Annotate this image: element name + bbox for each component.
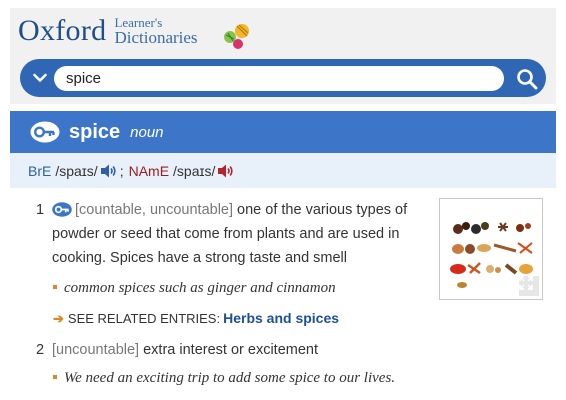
logo-oxford-text: Oxford [18,14,107,47]
definition-text: extra interest or excitement [143,342,318,358]
example-sentence: common spices such as ginger and cinnamo… [53,280,336,297]
related-entries: ➔ SEE RELATED ENTRIES: Herbs and spices [53,310,339,327]
pron-bre-ipa: /spaɪs/ [55,162,98,179]
headword: spice [69,120,121,143]
key-icon [52,202,72,217]
search-bar [20,59,546,97]
arrow-right-icon: ➔ [53,311,64,326]
sense-2: 2 [uncountable] extra interest or excite… [36,338,486,362]
bullet-marker [53,285,57,289]
definition-text-3: cooking. Spices have a strong taste and … [52,250,347,266]
speaker-bre-icon[interactable] [100,163,118,179]
pronunciation-bar: BrE /spaɪs/ ; NAmE /spaɪs/ [10,153,556,188]
oxford-logo[interactable]: Oxford Learner's Dictionaries [18,14,198,48]
example-sentence: We need an exciting trip to add some spi… [53,370,395,387]
grammar-label: [uncountable] [52,342,140,358]
dictionary-dropdown-button[interactable] [28,66,52,90]
logo-balls-icon [224,24,249,49]
pron-bre-label: BrE [28,162,52,179]
bullet-marker [53,375,57,379]
speaker-name-icon[interactable] [217,163,235,179]
search-input[interactable] [54,66,504,91]
sense-definition: [countable, uncountable] one of the vari… [52,198,436,270]
related-link-herbs-spices[interactable]: Herbs and spices [223,310,339,326]
logo-subtitle: Learner's Dictionaries [114,15,197,48]
search-icon [517,69,538,90]
related-label: SEE RELATED ENTRIES: [67,311,221,326]
expand-image-button[interactable] [519,276,539,296]
definition-text-1: one of the various types of [237,202,408,218]
expand-icon [519,276,533,290]
grammar-label: [countable, uncountable] [75,202,234,218]
sense-number: 1 [36,202,45,218]
key-icon [30,121,60,143]
entry-header: spice noun [10,111,556,153]
chevron-down-icon [33,73,47,82]
example-text: We need an exciting trip to add some spi… [64,370,396,386]
sense-definition: [uncountable] extra interest or exciteme… [52,338,486,362]
spice-image-thumbnail[interactable] [439,198,543,300]
sense-1: 1 [countable, uncountable] one of the va… [36,198,436,270]
sense-number: 2 [36,342,45,358]
site-header: Oxford Learner's Dictionaries [10,8,556,104]
search-button[interactable] [514,66,540,92]
definition-text-2: powder or seed that come from plants and… [52,226,400,242]
example-text: common spices such as ginger and cinnamo… [64,280,336,296]
part-of-speech: noun [130,123,164,141]
logo-sub-dictionaries: Dictionaries [114,28,198,47]
pron-separator: ; [119,162,124,179]
pron-name-label: NAmE [128,162,170,179]
pron-name-ipa: /spaɪs/ [173,162,216,179]
